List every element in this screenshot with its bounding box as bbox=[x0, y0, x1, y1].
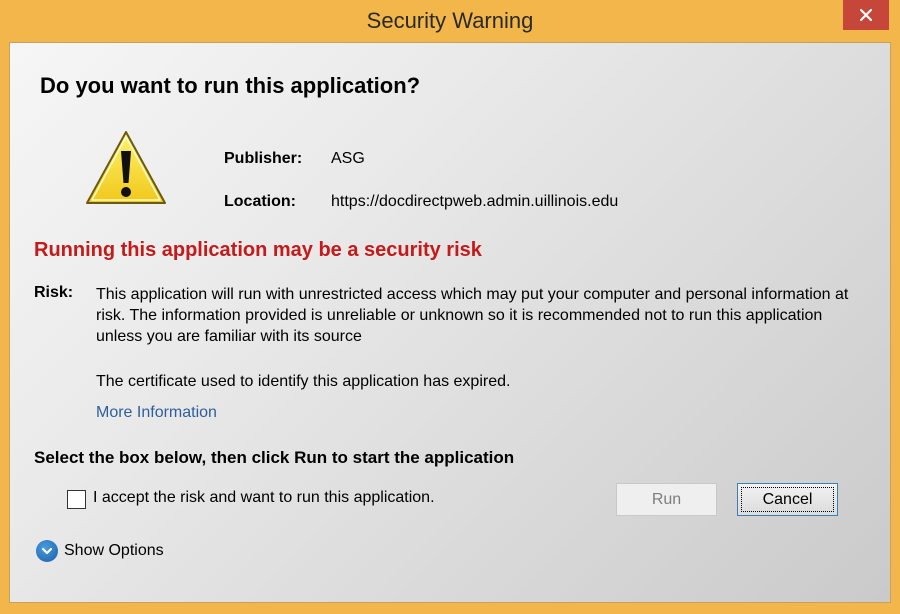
dialog-body: Do you want to run this application? Pub… bbox=[9, 42, 891, 603]
location-label: Location: bbox=[224, 193, 296, 210]
close-button[interactable] bbox=[843, 0, 889, 30]
chevron-down-circle-icon bbox=[36, 540, 58, 562]
more-information-link[interactable]: More Information bbox=[96, 404, 217, 422]
publisher-label: Publisher: bbox=[224, 150, 303, 167]
location-value: https://docdirectpweb.admin.uillinois.ed… bbox=[331, 193, 619, 210]
accept-risk-checkbox[interactable] bbox=[67, 490, 86, 509]
close-icon bbox=[859, 8, 873, 22]
focus-ring bbox=[741, 487, 834, 512]
risk-heading: Running this application may be a securi… bbox=[34, 239, 482, 261]
chevron-down-icon bbox=[41, 547, 53, 555]
show-options-toggle[interactable]: Show Options bbox=[36, 540, 164, 562]
run-button-label: Run bbox=[651, 490, 682, 508]
cancel-button[interactable]: Cancel bbox=[737, 483, 838, 516]
warning-triangle-icon bbox=[86, 131, 166, 204]
title-bar[interactable]: Security Warning bbox=[0, 0, 900, 42]
risk-description: This application will run with unrestric… bbox=[96, 286, 849, 345]
show-options-label: Show Options bbox=[64, 542, 164, 559]
run-button[interactable]: Run bbox=[616, 483, 717, 516]
select-instruction: Select the box below, then click Run to … bbox=[34, 448, 515, 467]
accept-risk-label[interactable]: I accept the risk and want to run this a… bbox=[93, 489, 435, 507]
publisher-value: ASG bbox=[331, 150, 365, 167]
dialog-question: Do you want to run this application? bbox=[40, 73, 421, 98]
security-warning-window: Security Warning Do you want to run this… bbox=[0, 0, 900, 614]
window-title: Security Warning bbox=[366, 8, 534, 33]
certificate-expired-text: The certificate used to identify this ap… bbox=[96, 373, 511, 390]
risk-label: Risk: bbox=[34, 284, 74, 301]
